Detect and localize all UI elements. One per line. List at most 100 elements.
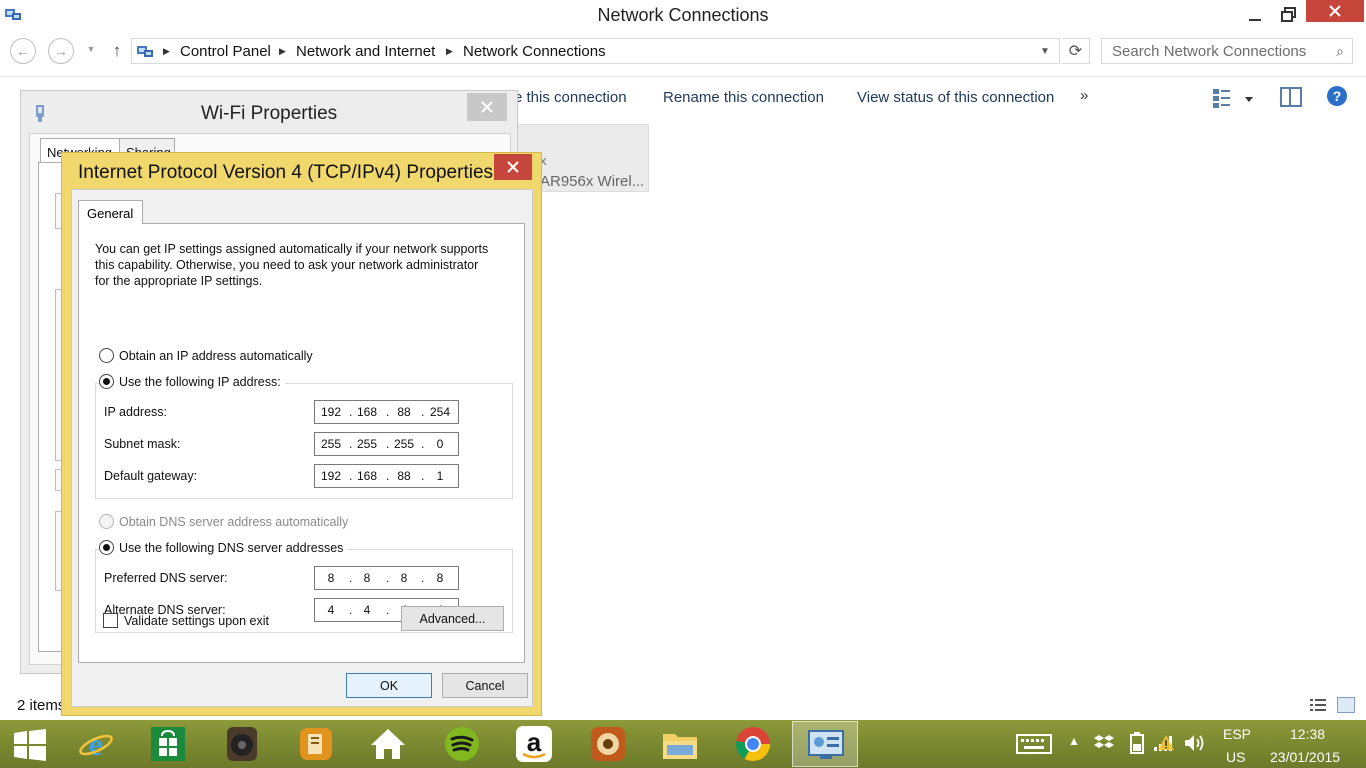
validate-settings-checkbox[interactable]: Validate settings upon exit bbox=[103, 613, 269, 628]
forward-button[interactable]: → bbox=[48, 38, 74, 64]
breadcrumb-separator-icon[interactable]: ▶ bbox=[163, 46, 170, 57]
ip-octet: 255 bbox=[356, 437, 378, 451]
octet-separator: . bbox=[386, 437, 390, 451]
obtain-dns-auto-radio[interactable]: Obtain DNS server address automatically bbox=[99, 514, 353, 529]
default-gateway-input[interactable]: 192. 168. 88. 1 bbox=[314, 464, 459, 488]
title-bar: Network Connections bbox=[0, 0, 1366, 30]
preferred-dns-input[interactable]: 8. 8. 8. 8 bbox=[314, 566, 459, 590]
spotify-icon[interactable] bbox=[442, 724, 482, 764]
keyboard-layout[interactable]: US bbox=[1226, 749, 1245, 765]
cancel-button[interactable]: Cancel bbox=[442, 673, 528, 698]
preview-pane-icon[interactable] bbox=[1280, 87, 1302, 107]
back-arrow-icon: ← bbox=[16, 43, 30, 59]
clock-time[interactable]: 12:38 bbox=[1290, 726, 1325, 742]
default-gateway-label: Default gateway: bbox=[104, 469, 198, 483]
use-following-dns-radio[interactable]: Use the following DNS server addresses bbox=[99, 540, 348, 555]
breadcrumb-separator-icon[interactable]: ▶ bbox=[279, 46, 286, 57]
general-panel: You can get IP settings assigned automat… bbox=[78, 223, 525, 663]
item-count: 2 items bbox=[17, 697, 66, 714]
view-status-command[interactable]: View status of this connection bbox=[857, 89, 1054, 106]
ip-octet: 8 bbox=[327, 571, 335, 585]
chevron-down-icon[interactable]: ▼ bbox=[1040, 46, 1050, 57]
notes-app-icon[interactable] bbox=[296, 724, 336, 764]
obtain-ip-auto-radio[interactable]: Obtain an IP address automatically bbox=[99, 348, 317, 363]
ip-octet: 4 bbox=[363, 603, 371, 617]
ip-octet: 88 bbox=[397, 469, 411, 483]
chrome-icon bbox=[735, 727, 770, 761]
home-app-icon[interactable] bbox=[368, 724, 408, 764]
volume-icon[interactable] bbox=[1183, 733, 1205, 753]
up-arrow-icon: ↑ bbox=[112, 41, 122, 60]
radio-button-checked[interactable] bbox=[99, 374, 114, 389]
windows-start-icon[interactable] bbox=[12, 728, 48, 762]
ip-octet: 8 bbox=[436, 571, 444, 585]
use-following-ip-radio[interactable]: Use the following IP address: bbox=[99, 374, 285, 389]
windows-store-icon[interactable] bbox=[148, 724, 188, 764]
octet-separator: . bbox=[349, 469, 353, 483]
radio-button[interactable] bbox=[99, 348, 114, 363]
home-icon bbox=[371, 729, 405, 759]
breadcrumb-separator-icon[interactable]: ▶ bbox=[446, 46, 453, 57]
wifi-signal-icon[interactable] bbox=[1153, 734, 1175, 752]
intro-text: You can get IP settings assigned automat… bbox=[95, 242, 489, 288]
radio-button-disabled bbox=[99, 514, 114, 529]
ok-button[interactable]: OK bbox=[346, 673, 432, 698]
radio-button-checked[interactable] bbox=[99, 540, 114, 555]
large-icons-view-icon[interactable] bbox=[1337, 697, 1355, 713]
preferred-dns-label: Preferred DNS server: bbox=[104, 571, 228, 585]
ip-address-input[interactable]: 192. 168. 88. 254 bbox=[314, 400, 459, 424]
up-button[interactable]: ↑ bbox=[104, 38, 130, 64]
chrome-icon[interactable] bbox=[733, 724, 773, 764]
change-view-icon[interactable] bbox=[1212, 87, 1256, 109]
ip-octet: 1 bbox=[436, 469, 444, 483]
file-explorer-icon[interactable] bbox=[660, 724, 700, 764]
network-control-panel-taskbar-button[interactable] bbox=[792, 721, 858, 767]
internet-explorer-icon[interactable]: e bbox=[76, 724, 116, 764]
ip-octet: 8 bbox=[400, 571, 408, 585]
more-commands-chevron-icon[interactable]: » bbox=[1080, 87, 1088, 104]
close-icon bbox=[507, 161, 519, 173]
dropbox-icon[interactable] bbox=[1094, 734, 1114, 752]
refresh-button[interactable]: ⟳ bbox=[1062, 38, 1090, 64]
ipv4-close-button[interactable] bbox=[494, 154, 532, 180]
clock-date[interactable]: 23/01/2015 bbox=[1270, 749, 1340, 765]
tab-general[interactable]: General bbox=[78, 200, 143, 224]
octet-separator: . bbox=[421, 437, 425, 451]
camera-app-icon[interactable] bbox=[588, 724, 628, 764]
octet-separator: . bbox=[386, 469, 390, 483]
rename-connection-command[interactable]: Rename this connection bbox=[663, 89, 824, 106]
ip-octet: 168 bbox=[356, 405, 378, 419]
search-box[interactable]: ⌕ bbox=[1101, 38, 1353, 64]
input-language[interactable]: ESP bbox=[1223, 726, 1251, 742]
amazon-icon[interactable]: a bbox=[514, 724, 554, 764]
connection-adapter-label: AR956x Wirel... bbox=[540, 173, 645, 190]
recent-locations-button[interactable]: ▼ bbox=[84, 42, 98, 56]
checkbox[interactable] bbox=[103, 613, 118, 628]
control-panel-icon bbox=[137, 46, 153, 57]
breadcrumb-network-connections[interactable]: Network Connections bbox=[463, 43, 606, 60]
details-view-icon[interactable] bbox=[1309, 697, 1327, 713]
show-hidden-icons-chevron-icon[interactable]: ▲ bbox=[1068, 734, 1080, 748]
advanced-button[interactable]: Advanced... bbox=[401, 606, 504, 631]
network-adapter-icon bbox=[36, 105, 44, 122]
camera-icon bbox=[591, 727, 625, 761]
close-button[interactable] bbox=[1306, 0, 1364, 22]
diagnose-connection-command[interactable]: e this connection bbox=[514, 89, 627, 106]
address-bar[interactable]: ▶ Control Panel ▶ Network and Internet ▶… bbox=[131, 38, 1060, 64]
help-icon[interactable]: ? bbox=[1327, 86, 1347, 106]
search-icon[interactable]: ⌕ bbox=[1336, 43, 1344, 60]
breadcrumb-control-panel[interactable]: Control Panel bbox=[180, 43, 271, 60]
wifi-close-button[interactable] bbox=[467, 93, 507, 121]
internet-explorer-icon: e bbox=[79, 726, 113, 762]
minimize-icon bbox=[1249, 19, 1261, 21]
speaker-app-icon[interactable] bbox=[222, 724, 262, 764]
back-button[interactable]: ← bbox=[10, 38, 36, 64]
svg-text:e: e bbox=[89, 726, 103, 762]
subnet-mask-input[interactable]: 255. 255. 255. 0 bbox=[314, 432, 459, 456]
search-input[interactable] bbox=[1110, 42, 1320, 61]
octet-separator: . bbox=[349, 437, 353, 451]
touch-keyboard-icon[interactable] bbox=[1016, 734, 1052, 754]
breadcrumb-network-and-internet[interactable]: Network and Internet bbox=[296, 43, 435, 60]
battery-icon[interactable] bbox=[1130, 732, 1144, 754]
refresh-icon: ⟳ bbox=[1068, 43, 1083, 60]
